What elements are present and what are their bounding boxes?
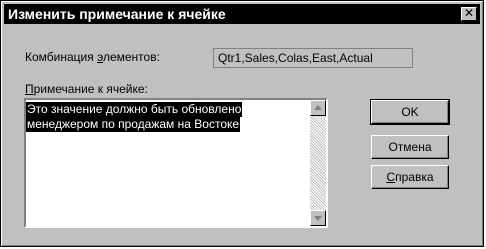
cancel-button[interactable]: Отмена: [371, 135, 449, 159]
note-line-1: Это значение должно быть обновлено: [26, 102, 243, 117]
dialog-title: Изменить примечание к ячейке: [8, 6, 226, 22]
note-text: Это значение должно быть обновлено менед…: [26, 102, 306, 132]
arrow-down-icon: [314, 216, 322, 221]
note-label: Примечание к ячейке:: [25, 82, 148, 96]
scroll-up-button[interactable]: [310, 100, 326, 116]
title-bar: Изменить примечание к ячейке ✕: [4, 4, 480, 24]
help-button[interactable]: Справка: [371, 165, 449, 189]
note-scrollbar[interactable]: [310, 100, 326, 226]
close-icon: ✕: [463, 6, 475, 20]
note-textarea[interactable]: Это значение должно быть обновлено менед…: [24, 98, 328, 228]
ok-button[interactable]: OK: [370, 99, 450, 125]
close-button[interactable]: ✕: [461, 7, 477, 21]
combination-value: Qtr1,Sales,Colas,East,Actual: [213, 48, 413, 68]
scroll-down-button[interactable]: [310, 210, 326, 226]
combination-label: Комбинация элементов:: [25, 50, 160, 64]
arrow-up-icon: [314, 105, 322, 110]
note-line-2: менеджером по продажам на Востоке: [26, 117, 241, 132]
edit-cell-note-dialog: Изменить примечание к ячейке ✕ Комбинаци…: [0, 0, 484, 247]
